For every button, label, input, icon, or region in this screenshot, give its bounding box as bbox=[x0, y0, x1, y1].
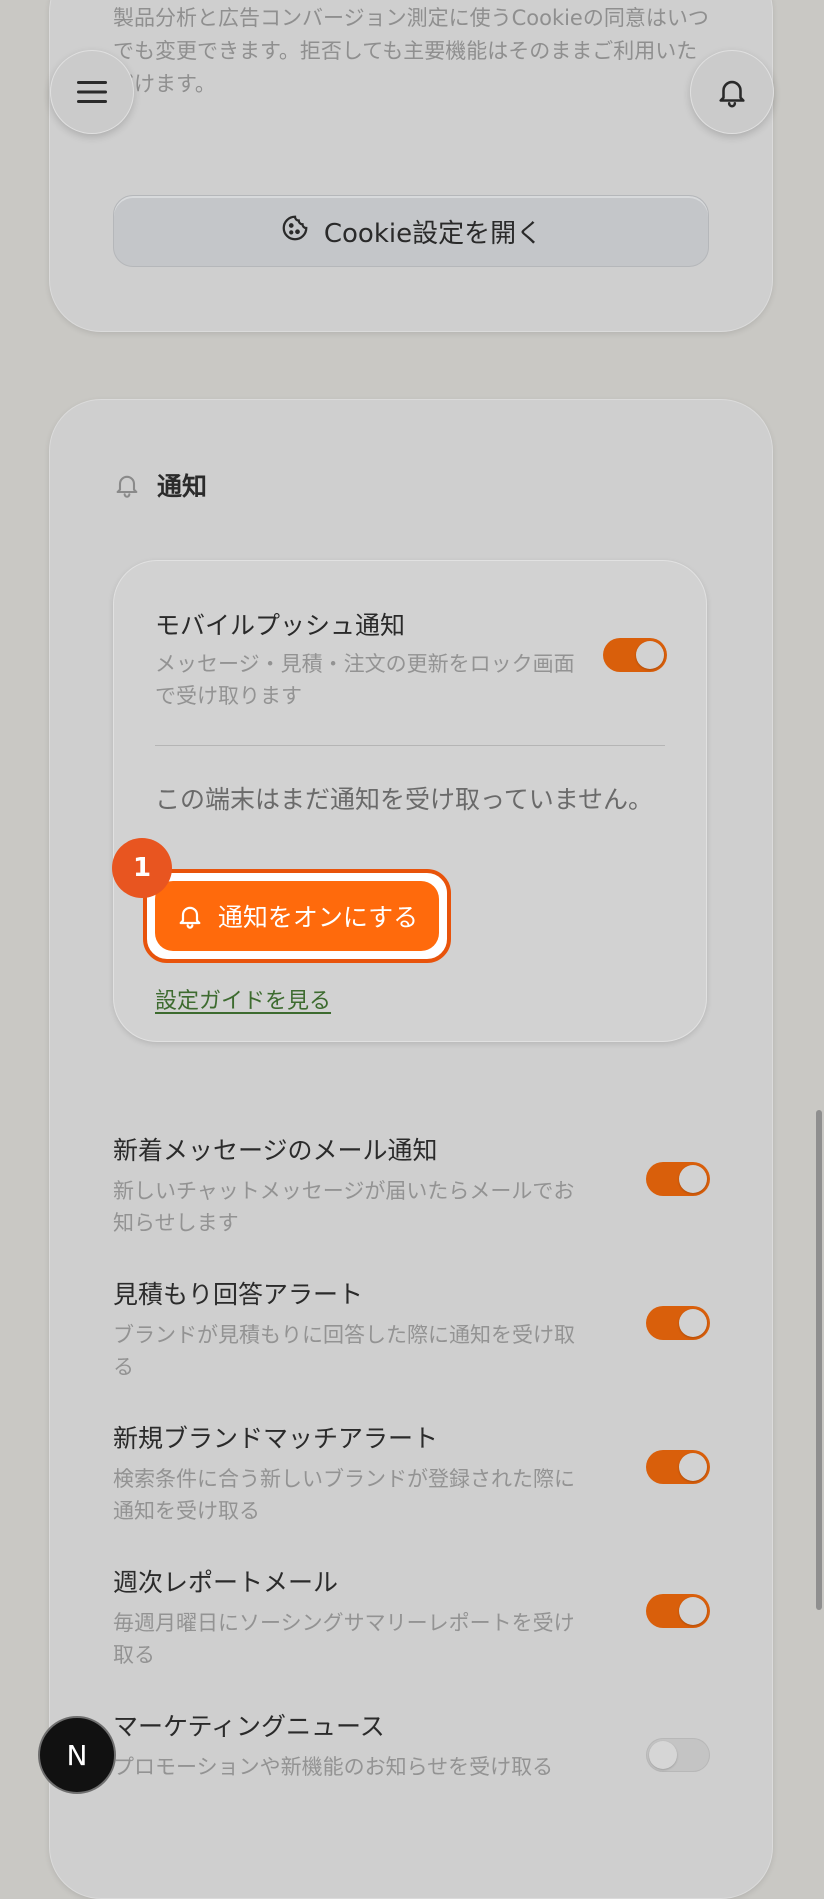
push-title: モバイルプッシュ通知 bbox=[155, 611, 406, 640]
toggle-knob bbox=[679, 1597, 707, 1625]
section-header: 通知 bbox=[113, 467, 207, 503]
setting-description: ブランドが見積もりに回答した際に通知を受け取る bbox=[113, 1323, 575, 1379]
setting-row: 週次レポートメール 毎週月曜日にソーシングサマリーレポートを受け取る bbox=[113, 1563, 733, 1671]
setting-description: プロモーションや新機能のお知らせを受け取る bbox=[113, 1755, 554, 1779]
cookie-description: 製品分析と広告コンバージョン測定に使うCookieの同意はいつでも変更できます。… bbox=[113, 6, 709, 96]
push-status-text: この端末はまだ通知を受け取っていません。 bbox=[155, 785, 654, 814]
divider bbox=[155, 745, 665, 746]
toggle-knob bbox=[679, 1309, 707, 1337]
setting-title: 新規ブランドマッチアラート bbox=[113, 1424, 439, 1453]
weekly-report-toggle[interactable] bbox=[646, 1594, 710, 1628]
step-badge: 1 bbox=[112, 838, 172, 898]
notifications-card: 通知 モバイルプッシュ通知 メッセージ・見積・注文の更新をロック画面で受け取りま… bbox=[49, 399, 773, 1899]
toggle-knob bbox=[679, 1453, 707, 1481]
push-toggle[interactable] bbox=[603, 638, 667, 672]
cookie-settings-button[interactable]: Cookie設定を開く bbox=[113, 195, 709, 267]
setting-row: マーケティングニュース プロモーションや新機能のお知らせを受け取る bbox=[113, 1707, 733, 1783]
toggle-knob bbox=[679, 1165, 707, 1193]
setting-description: 検索条件に合う新しいブランドが登録された際に通知を受け取る bbox=[113, 1467, 575, 1523]
brand-match-toggle[interactable] bbox=[646, 1450, 710, 1484]
cookie-settings-label: Cookie設定を開く bbox=[323, 218, 543, 249]
section-title: 通知 bbox=[157, 472, 208, 501]
floating-n-button[interactable]: N bbox=[38, 1716, 116, 1794]
setting-title: 新着メッセージのメール通知 bbox=[113, 1136, 438, 1165]
toggle-knob bbox=[649, 1741, 677, 1769]
quote-alert-toggle[interactable] bbox=[646, 1306, 710, 1340]
setting-row: 見積もり回答アラート ブランドが見積もりに回答した際に通知を受け取る bbox=[113, 1275, 733, 1383]
bell-icon bbox=[719, 80, 745, 108]
setting-title: 見積もり回答アラート bbox=[113, 1280, 364, 1309]
menu-icon bbox=[77, 81, 107, 103]
bell-outline-icon bbox=[116, 475, 138, 498]
cookie-card: 製品分析と広告コンバージョン測定に使うCookieの同意はいつでも変更できます。… bbox=[49, 0, 773, 332]
notification-bell-button[interactable] bbox=[690, 50, 774, 134]
marketing-news-toggle[interactable] bbox=[646, 1738, 710, 1772]
enable-notifications-label: 通知をオンにする bbox=[217, 903, 419, 932]
email-message-toggle[interactable] bbox=[646, 1162, 710, 1196]
setting-title: マーケティングニュース bbox=[113, 1712, 385, 1741]
enable-notifications-button[interactable]: 通知をオンにする bbox=[155, 881, 439, 951]
scrollbar[interactable] bbox=[816, 1110, 822, 1610]
push-notification-card: モバイルプッシュ通知 メッセージ・見積・注文の更新をロック画面で受け取ります こ… bbox=[112, 560, 707, 1042]
menu-button[interactable] bbox=[50, 50, 134, 134]
setting-description: 新しいチャットメッセージが届いたらメールでお知らせします bbox=[113, 1179, 575, 1235]
setting-row: 新規ブランドマッチアラート 検索条件に合う新しいブランドが登録された際に通知を受… bbox=[113, 1419, 733, 1527]
cookie-icon bbox=[280, 213, 310, 250]
enable-notifications-highlight: 通知をオンにする bbox=[143, 869, 451, 963]
settings-guide-link[interactable]: 設定ガイドを見る bbox=[155, 983, 331, 1015]
bell-icon bbox=[179, 906, 201, 929]
push-description: メッセージ・見積・注文の更新をロック画面で受け取ります bbox=[155, 652, 575, 708]
setting-description: 毎週月曜日にソーシングサマリーレポートを受け取る bbox=[113, 1611, 575, 1667]
setting-row: 新着メッセージのメール通知 新しいチャットメッセージが届いたらメールでお知らせし… bbox=[113, 1131, 733, 1239]
toggle-knob bbox=[636, 641, 664, 669]
setting-title: 週次レポートメール bbox=[113, 1568, 339, 1597]
